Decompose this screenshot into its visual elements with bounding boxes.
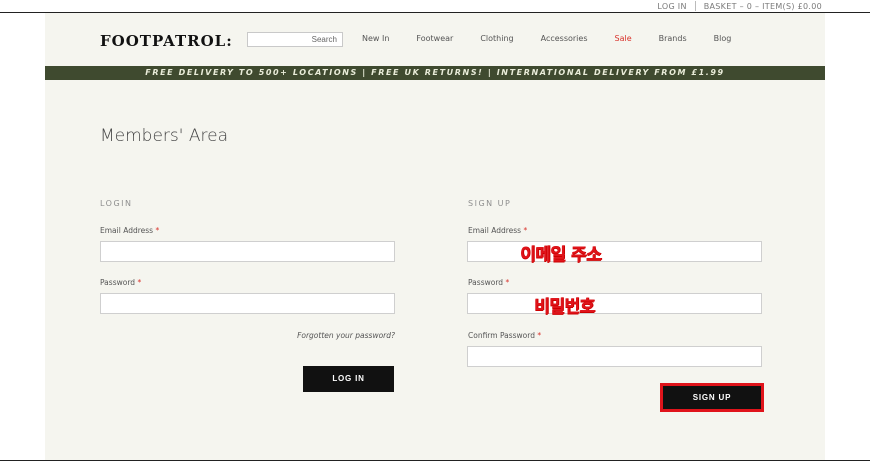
basket-link[interactable]: BASKET – 0 – ITEM(S) £0.00 — [704, 2, 822, 11]
nav-item-blog[interactable]: Blog — [714, 34, 732, 43]
bottom-divider-line — [0, 460, 870, 461]
nav-item-new-in[interactable]: New In — [362, 34, 389, 43]
required-marker: * — [505, 278, 510, 287]
footpatrol-logo[interactable]: FOOTPATROL: — [100, 32, 233, 50]
nav-item-accessories[interactable]: Accessories — [541, 34, 588, 43]
signup-heading: SIGN UP — [468, 199, 512, 208]
login-email-label-text: Email Address — [100, 226, 154, 235]
required-marker: * — [155, 226, 160, 235]
signup-button[interactable]: SIGN UP — [663, 386, 761, 409]
signup-confirm-label-text: Confirm Password — [468, 331, 535, 340]
login-password-label: Password * — [100, 278, 141, 287]
login-email-label: Email Address * — [100, 226, 159, 235]
utility-separator — [694, 1, 696, 11]
login-password-label-text: Password — [100, 278, 136, 287]
top-login-link[interactable]: LOG IN — [657, 2, 686, 11]
signup-confirm-password-field[interactable] — [467, 346, 762, 367]
main-nav: New In Footwear Clothing Accessories Sal… — [362, 34, 758, 43]
signup-email-field[interactable] — [467, 241, 762, 262]
utility-bar: LOG IN BASKET – 0 – ITEM(S) £0.00 — [657, 0, 822, 12]
search-input[interactable]: Search — [247, 32, 343, 47]
page-title: Members' Area — [100, 126, 228, 146]
signup-password-label-text: Password — [468, 278, 504, 287]
nav-item-footwear[interactable]: Footwear — [416, 34, 453, 43]
required-marker: * — [137, 278, 142, 287]
login-button[interactable]: LOG IN — [303, 366, 394, 392]
signup-email-label: Email Address * — [468, 226, 527, 235]
nav-item-sale[interactable]: Sale — [615, 34, 632, 43]
signup-email-label-text: Email Address — [468, 226, 522, 235]
page-content: FOOTPATROL: Search New In Footwear Cloth… — [45, 13, 825, 460]
required-marker: * — [537, 331, 542, 340]
login-password-field[interactable] — [100, 293, 395, 314]
login-email-field[interactable] — [100, 241, 395, 262]
signup-password-field[interactable] — [467, 293, 762, 314]
nav-item-brands[interactable]: Brands — [659, 34, 687, 43]
required-marker: * — [523, 226, 528, 235]
annotation-email: 이메일 주소 — [520, 245, 602, 265]
site-header: FOOTPATROL: Search New In Footwear Cloth… — [45, 13, 825, 65]
signup-password-label: Password * — [468, 278, 509, 287]
nav-item-clothing[interactable]: Clothing — [480, 34, 513, 43]
login-heading: LOGIN — [100, 199, 133, 208]
signup-confirm-label: Confirm Password * — [468, 331, 541, 340]
signup-button-highlight: SIGN UP — [660, 383, 764, 412]
annotation-password: 비밀번호 — [534, 297, 595, 317]
promo-banner: FREE DELIVERY TO 500+ LOCATIONS | FREE U… — [45, 66, 825, 80]
forgot-password-link[interactable]: Forgotten your password? — [225, 331, 395, 340]
